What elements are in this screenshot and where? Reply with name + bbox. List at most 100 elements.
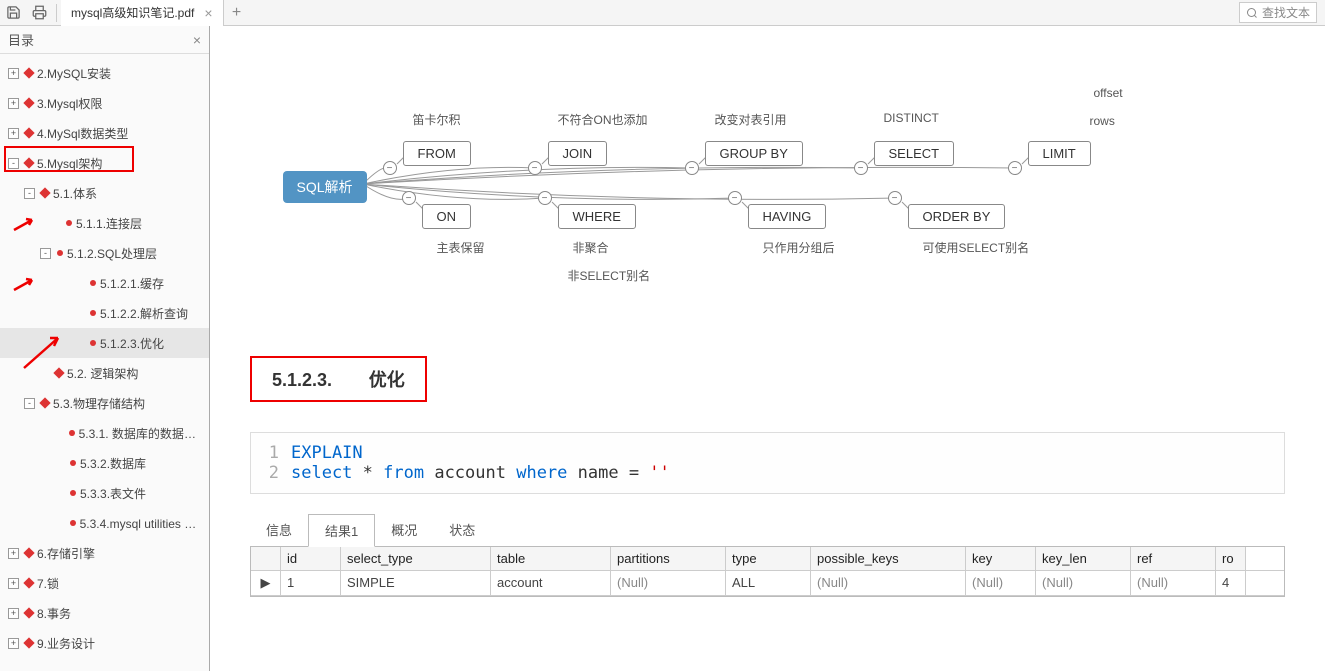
toc-label: 9.业务设计 (37, 635, 95, 652)
expand-icon[interactable]: + (8, 68, 19, 79)
mindmap-connector-icon: − (383, 161, 397, 175)
grid-header[interactable]: table (491, 547, 611, 570)
toc-item[interactable]: 5.1.2.3.优化 (0, 328, 209, 358)
toc-item[interactable]: 5.3.4.mysql utilities 安装 (0, 508, 209, 538)
bullet-icon (70, 490, 76, 496)
grid-data-row[interactable]: ▶ 1 SIMPLE account (Null) ALL (Null) (Nu… (251, 571, 1284, 596)
cell-id: 1 (281, 571, 341, 595)
pdf-page: SQL解析 FROM笛卡尔积−JOIN不符合ON也添加−GROUP BY改变对表… (210, 26, 1325, 671)
content-area[interactable]: SQL解析 FROM笛卡尔积−JOIN不符合ON也添加−GROUP BY改变对表… (210, 26, 1325, 671)
toc-item[interactable]: -5.1.体系 (0, 178, 209, 208)
grid-header[interactable]: type (726, 547, 811, 570)
print-icon[interactable] (28, 2, 50, 24)
diamond-icon (23, 97, 34, 108)
mindmap-connector-icon: − (538, 191, 552, 205)
toc-item[interactable]: 5.3.2.数据库 (0, 448, 209, 478)
grid-header[interactable]: partitions (611, 547, 726, 570)
toc-label: 5.3.物理存储结构 (53, 395, 145, 412)
cell-select-type: SIMPLE (341, 571, 491, 595)
close-icon[interactable]: × (204, 5, 212, 21)
toc-label: 3.Mysql权限 (37, 95, 102, 112)
save-icon[interactable] (2, 2, 24, 24)
diamond-icon (23, 637, 34, 648)
expand-icon[interactable]: + (8, 638, 19, 649)
grid-header[interactable]: id (281, 547, 341, 570)
collapse-icon[interactable]: - (40, 248, 51, 259)
grid-header[interactable]: ro (1216, 547, 1246, 570)
diamond-icon (23, 547, 34, 558)
toc-item[interactable]: 5.1.2.2.解析查询 (0, 298, 209, 328)
toc-label: 7.锁 (37, 575, 59, 592)
expand-icon[interactable]: + (8, 128, 19, 139)
collapse-icon[interactable]: - (24, 188, 35, 199)
toc-item[interactable]: +7.锁 (0, 568, 209, 598)
toc-item[interactable]: -5.Mysql架构 (0, 148, 209, 178)
toc-item[interactable]: 5.3.3.表文件 (0, 478, 209, 508)
bullet-icon (70, 520, 76, 526)
bullet-icon (90, 340, 96, 346)
mindmap-node: ORDER BY (908, 204, 1006, 229)
mindmap-connector-icon: − (888, 191, 902, 205)
toc-item[interactable]: - 5.3.物理存储结构 (0, 388, 209, 418)
result-tab[interactable]: 概况 (375, 514, 433, 546)
collapse-icon[interactable]: - (8, 158, 19, 169)
mindmap-annotation: 不符合ON也添加 (558, 111, 648, 128)
search-input[interactable]: 查找文本 (1239, 2, 1317, 23)
toc-item[interactable]: +4.MySql数据类型 (0, 118, 209, 148)
grid-header[interactable]: possible_keys (811, 547, 966, 570)
result-tabs: 信息结果1概况状态 (250, 514, 1285, 547)
mindmap-node: LIMIT (1028, 141, 1091, 166)
toc-label: 5.3.1. 数据库的数据库（D (79, 425, 205, 442)
mindmap-annotation: rows (1090, 114, 1115, 128)
mindmap-node: FROM (403, 141, 471, 166)
cell-key: (Null) (966, 571, 1036, 595)
diamond-icon (23, 577, 34, 588)
toc-item[interactable]: 5.1.1.连接层 (0, 208, 209, 238)
toc-item[interactable]: 5.1.2.1.缓存 (0, 268, 209, 298)
file-tab[interactable]: mysql高级知识笔记.pdf × (61, 0, 224, 26)
diamond-icon (23, 607, 34, 618)
expand-icon[interactable]: + (8, 608, 19, 619)
sql-code-block: 1 EXPLAIN 2 select * from account where … (250, 432, 1285, 494)
diamond-icon (53, 367, 64, 378)
toc-item[interactable]: +6.存储引擎 (0, 538, 209, 568)
result-tab[interactable]: 状态 (433, 514, 491, 546)
toc-list[interactable]: +2.MySQL安装+3.Mysql权限+4.MySql数据类型-5.Mysql… (0, 54, 209, 671)
result-tab[interactable]: 信息 (250, 514, 308, 546)
grid-header[interactable]: key_len (1036, 547, 1131, 570)
mindmap-annotation: 可使用SELECT别名 (923, 239, 1030, 256)
expand-icon[interactable]: + (8, 578, 19, 589)
toc-item[interactable]: +3.Mysql权限 (0, 88, 209, 118)
grid-header[interactable]: select_type (341, 547, 491, 570)
mindmap-annotation: DISTINCT (884, 111, 939, 125)
toc-label: 5.2. 逻辑架构 (67, 365, 138, 382)
tab-title: mysql高级知识笔记.pdf (71, 4, 194, 21)
toc-item[interactable]: +9.业务设计 (0, 628, 209, 658)
grid-header[interactable]: ref (1131, 547, 1216, 570)
expand-icon[interactable]: + (8, 548, 19, 559)
grid-header[interactable]: key (966, 547, 1036, 570)
result-tab[interactable]: 结果1 (308, 514, 375, 547)
mindmap-node: ON (422, 204, 472, 229)
mindmap-connector-icon: − (854, 161, 868, 175)
toc-item[interactable]: 5.2. 逻辑架构 (0, 358, 209, 388)
cell-rows: 4 (1216, 571, 1246, 595)
bullet-icon (70, 460, 76, 466)
line-number: 2 (261, 463, 291, 483)
expand-icon[interactable]: + (8, 98, 19, 109)
toc-item[interactable]: +2.MySQL安装 (0, 58, 209, 88)
bullet-icon (90, 310, 96, 316)
cell-possible-keys: (Null) (811, 571, 966, 595)
toc-label: 5.1.1.连接层 (76, 215, 142, 232)
toc-item[interactable]: 5.3.1. 数据库的数据库（D (0, 418, 209, 448)
toc-item[interactable]: -5.1.2.SQL处理层 (0, 238, 209, 268)
sidebar-header: 目录 × (0, 26, 209, 54)
sidebar-close-icon[interactable]: × (193, 32, 201, 48)
section-heading-box: 5.1.2.3. 优化 (250, 356, 427, 402)
collapse-icon[interactable]: - (24, 398, 35, 409)
mindmap-node: WHERE (558, 204, 636, 229)
toc-item[interactable]: +8.事务 (0, 598, 209, 628)
add-tab-button[interactable]: + (224, 4, 250, 22)
sidebar-title: 目录 (8, 30, 34, 49)
diamond-icon (23, 67, 34, 78)
